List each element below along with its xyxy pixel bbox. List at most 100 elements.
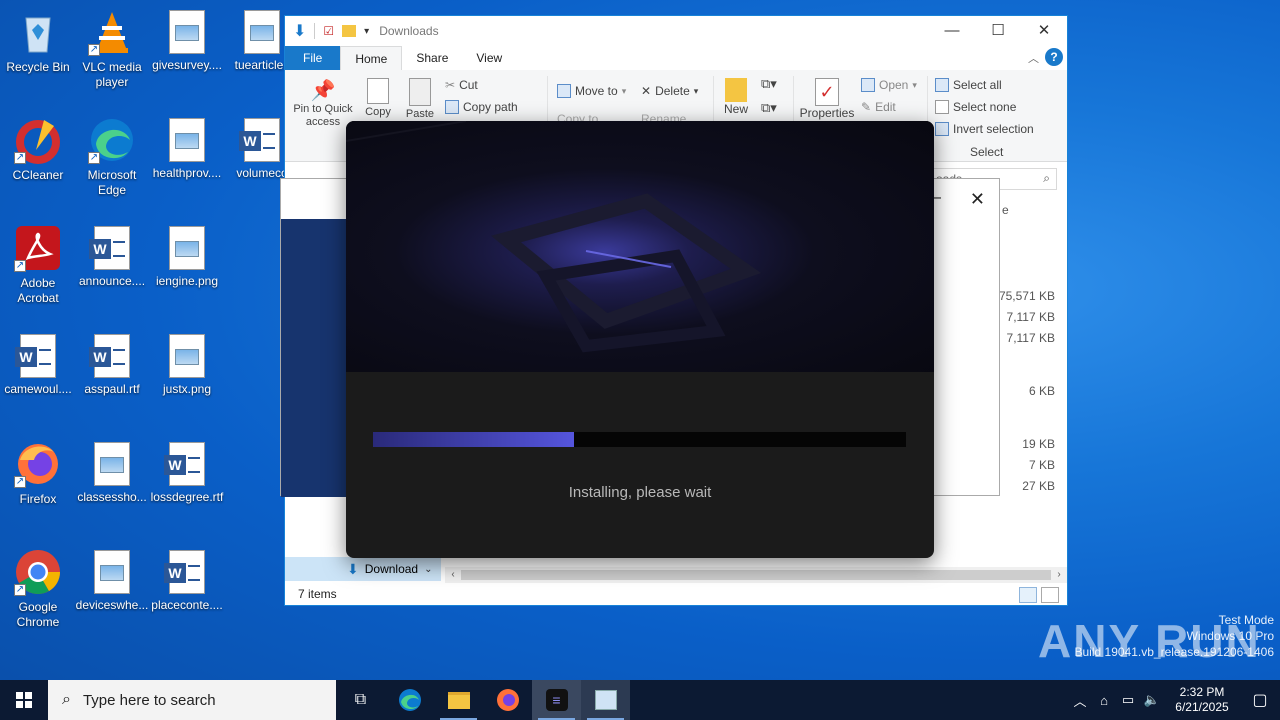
properties-button[interactable]: ✓ Properties	[799, 78, 855, 120]
taskbar-edge[interactable]	[385, 680, 434, 720]
details-view-button[interactable]	[1019, 587, 1037, 603]
clipboard-icon	[409, 78, 431, 106]
word-doc-icon: W	[15, 334, 56, 378]
install-progress-bar	[373, 432, 906, 447]
show-hidden-icons-chevron-icon[interactable]: ︿	[1068, 691, 1092, 710]
desktop-icon-label: placeconte....	[151, 598, 223, 612]
desktop-icon-label: givesurvey....	[152, 58, 222, 72]
taskbar-setup[interactable]	[581, 680, 630, 720]
desktop-icon-google-chrome[interactable]: ↗ Google Chrome	[0, 548, 76, 630]
desktop-icon-healthprov[interactable]: healthprov....	[149, 116, 225, 181]
image-file-icon	[244, 10, 280, 54]
edit-button[interactable]: ✎ Edit	[861, 100, 896, 114]
desktop-icon-placeconte[interactable]: W placeconte....	[149, 548, 225, 613]
desktop-icon-asspaul[interactable]: W asspaul.rtf	[74, 332, 150, 397]
desktop-icon-adobe-acrobat[interactable]: ↗ Adobe Acrobat	[0, 224, 76, 306]
copy-button[interactable]: Copy	[361, 78, 395, 118]
image-file-icon	[169, 226, 205, 270]
nav-item-downloads[interactable]: ⬇ Download ⌄	[285, 557, 441, 581]
tab-home[interactable]: Home	[340, 46, 403, 70]
desktop-icon-recycle-bin[interactable]: Recycle Bin	[0, 8, 76, 75]
move-to-button[interactable]: Move to ▾	[557, 84, 626, 98]
edit-label: Edit	[875, 100, 896, 114]
cut-button[interactable]: ✂ Cut	[445, 78, 478, 92]
desktop-icon-edge[interactable]: ↗ Microsoft Edge	[74, 116, 150, 198]
scroll-right-arrow[interactable]: ›	[1051, 567, 1067, 583]
word-doc-icon: W	[164, 442, 205, 486]
taskbar-file-explorer[interactable]	[434, 680, 483, 720]
desktop-icon-firefox[interactable]: ↗ Firefox	[0, 440, 76, 507]
toolbar-divider	[314, 23, 316, 39]
taskbar-search[interactable]: ⌕ Type here to search	[48, 680, 336, 720]
invert-selection-icon	[935, 122, 949, 136]
pencil-icon: ✎	[861, 100, 872, 114]
select-all-icon	[935, 78, 949, 92]
device-icon[interactable]: ⌂	[1092, 693, 1116, 708]
new-folder-button[interactable]: New	[721, 78, 751, 116]
copy-path-button[interactable]: Copy path	[445, 100, 518, 114]
new-item-button[interactable]: ⧉▾	[761, 76, 777, 92]
properties-check-icon[interactable]: ☑	[323, 24, 334, 38]
scroll-thumb[interactable]	[461, 570, 1051, 580]
installer-window[interactable]: Installing, please wait	[346, 121, 934, 558]
task-view-button[interactable]: ⧉	[336, 680, 385, 720]
tab-share[interactable]: Share	[402, 46, 462, 70]
dialog-close-button[interactable]: ✕	[970, 189, 985, 210]
column-header-fragment[interactable]: e	[1002, 203, 1009, 217]
clock[interactable]: 2:32 PM 6/21/2025	[1164, 685, 1240, 715]
desktop-icon-camewoul[interactable]: W camewoul....	[0, 332, 76, 397]
select-group-label: Select	[970, 145, 1004, 159]
chevron-down-icon: ▾	[621, 85, 627, 96]
easy-access-button[interactable]: ⧉▾	[761, 100, 777, 116]
horizontal-scrollbar[interactable]: ‹ ›	[445, 567, 1067, 583]
select-all-button[interactable]: Select all	[935, 78, 1002, 92]
desktop-icon-lossdegree[interactable]: W lossdegree.rtf	[149, 440, 225, 505]
desktop-icon-deviceswhe[interactable]: deviceswhe...	[74, 548, 150, 613]
volume-icon[interactable]: 🔈	[1140, 692, 1164, 708]
copy-icon	[367, 78, 389, 104]
watermark-line: Windows 10 Pro	[1186, 629, 1274, 643]
desktop-icon-givesurvey[interactable]: givesurvey....	[149, 8, 225, 73]
minimize-button[interactable]: —	[929, 16, 975, 46]
task-view-icon: ⧉	[354, 691, 367, 708]
install-status-text: Installing, please wait	[568, 484, 712, 501]
desktop-icon-label: announce....	[78, 274, 146, 288]
file-size: 7,117 KB	[1006, 331, 1055, 345]
new-folder-icon[interactable]	[342, 25, 357, 37]
desktop-icon-vlc[interactable]: ↗ VLC media player	[74, 8, 150, 90]
invert-selection-button[interactable]: Invert selection	[935, 122, 1034, 136]
desktop-icon-label: iengine.png	[155, 274, 219, 288]
notification-center-icon[interactable]: ▢	[1240, 690, 1280, 710]
maximize-button[interactable]: ☐	[975, 16, 1021, 46]
collapse-ribbon-icon[interactable]: ︿	[1028, 50, 1039, 66]
desktop-icon-label: classessho...	[77, 490, 147, 504]
delete-button[interactable]: ✕ Delete ▾	[641, 84, 698, 98]
word-doc-icon: W	[89, 226, 130, 270]
desktop-icon-iengine[interactable]: iengine.png	[149, 224, 225, 289]
start-button[interactable]	[0, 680, 48, 720]
taskbar-firefox[interactable]	[483, 680, 532, 720]
open-button[interactable]: Open ▾	[861, 78, 917, 92]
scroll-left-arrow[interactable]: ‹	[445, 567, 461, 583]
select-none-button[interactable]: Select none	[935, 100, 1016, 114]
desktop-icon-label: Microsoft Edge	[87, 168, 137, 197]
tab-view[interactable]: View	[462, 46, 516, 70]
network-icon[interactable]: ▭	[1116, 692, 1140, 708]
clock-time: 2:32 PM	[1179, 685, 1225, 699]
download-arrow-icon[interactable]: ⬇	[293, 21, 306, 41]
paste-button[interactable]: Paste	[403, 78, 437, 120]
window-controls: — ☐ ✕	[929, 16, 1067, 46]
desktop-icon-ccleaner[interactable]: ↗ CCleaner	[0, 116, 76, 183]
desktop-icon-classessho[interactable]: classessho...	[74, 440, 150, 505]
select-all-label: Select all	[953, 78, 1002, 92]
desktop-icon-justx[interactable]: justx.png	[149, 332, 225, 397]
help-icon[interactable]: ?	[1045, 48, 1063, 66]
desktop-icon-announce[interactable]: W announce....	[74, 224, 150, 289]
close-button[interactable]: ✕	[1021, 16, 1067, 46]
window-title: Downloads	[379, 24, 439, 38]
file-size: 6 KB	[1028, 384, 1055, 398]
tab-file[interactable]: File	[285, 46, 341, 70]
large-icons-view-button[interactable]	[1041, 587, 1059, 603]
customize-dropdown-icon[interactable]: ▾	[364, 26, 369, 37]
taskbar-installer[interactable]: ≡	[532, 680, 581, 720]
